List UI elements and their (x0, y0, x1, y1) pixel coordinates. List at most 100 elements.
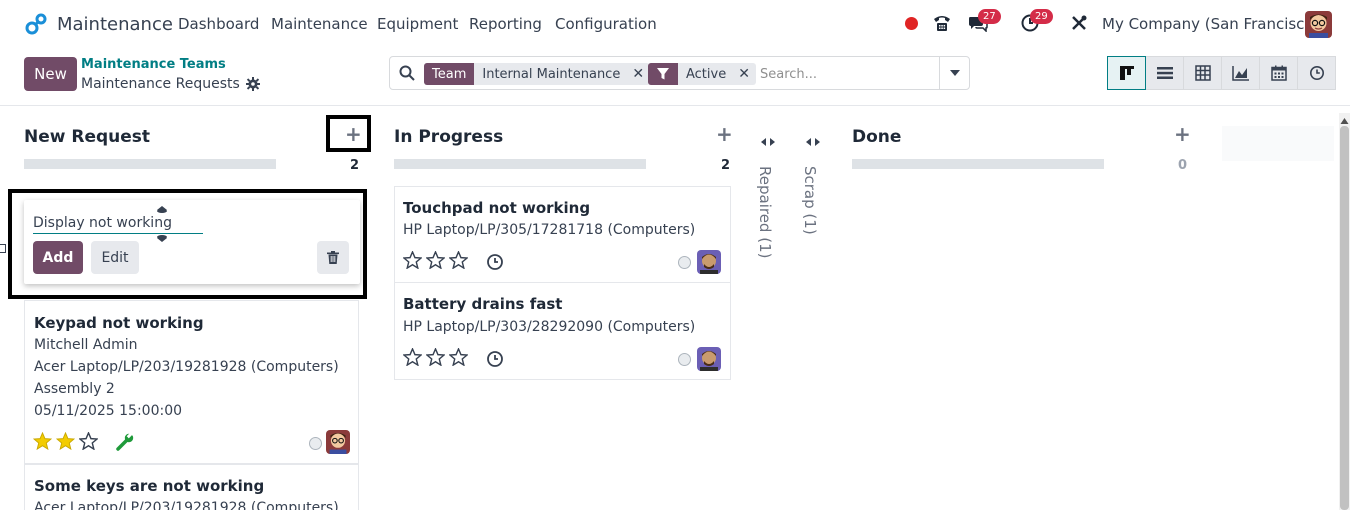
menu-dashboard[interactable]: Dashboard (178, 15, 259, 33)
add-button[interactable]: Add (33, 241, 83, 274)
calendar-icon (1270, 65, 1287, 81)
menu-equipment[interactable]: Equipment (377, 15, 458, 33)
menu-maintenance[interactable]: Maintenance (271, 15, 368, 33)
user-avatar[interactable] (1305, 11, 1332, 38)
star-empty-icon[interactable] (426, 251, 445, 269)
wrench-icon[interactable] (115, 432, 135, 455)
menu-configuration[interactable]: Configuration (555, 15, 657, 33)
drag-handle-icon[interactable] (157, 202, 167, 213)
resize-handle[interactable] (0, 244, 6, 253)
phone-icon[interactable] (931, 12, 953, 34)
status-dot[interactable] (678, 353, 691, 366)
star-empty-icon[interactable] (449, 251, 468, 269)
card-title: Touchpad not working (403, 199, 591, 217)
unfold-arrows-icon[interactable] (806, 135, 820, 151)
tools-icon[interactable] (1068, 12, 1090, 34)
trash-icon[interactable] (317, 241, 349, 274)
search-icon[interactable] (399, 65, 415, 85)
column-title-in-progress: In Progress (394, 127, 504, 147)
kanban-icon (1119, 66, 1134, 80)
card-location: Assembly 2 (34, 381, 115, 397)
view-list-button[interactable] (1145, 56, 1184, 90)
app-title[interactable]: Maintenance (57, 14, 173, 35)
column-add-icon-in-progress[interactable]: + (716, 122, 733, 146)
view-calendar-button[interactable] (1259, 56, 1298, 90)
search-options-toggle[interactable] (939, 57, 969, 89)
chat-icon[interactable]: 27 (967, 9, 1001, 34)
column-add-icon-new-request[interactable]: + (345, 122, 362, 146)
gear-icon[interactable] (245, 77, 260, 91)
recording-dot-icon[interactable] (900, 12, 922, 34)
facet-team-label: Team (424, 63, 475, 85)
card-title: Some keys are not working (34, 477, 265, 495)
card-user: Mitchell Admin (34, 337, 138, 353)
card-equipment: HP Laptop/LP/303/28292090 (Computers) (403, 319, 696, 335)
view-pivot-button[interactable] (1183, 56, 1222, 90)
column-title-new-request: New Request (24, 127, 151, 147)
caret-down-icon (949, 70, 960, 76)
breadcrumb-maintenance-teams[interactable]: Maintenance Teams (81, 57, 226, 72)
quick-create-input[interactable] (33, 212, 203, 234)
page-title: Maintenance Requests (81, 76, 240, 92)
search-input[interactable] (760, 64, 935, 84)
activity-icon (1309, 66, 1324, 80)
view-graph-button[interactable] (1221, 56, 1260, 90)
quick-create-card: Add Edit (24, 200, 360, 284)
star-filled-icon[interactable] (56, 432, 75, 450)
activity-clock-icon[interactable] (486, 350, 504, 372)
progress-bar-in-progress (394, 159, 646, 169)
status-dot[interactable] (309, 437, 322, 450)
filter-icon (648, 63, 678, 85)
drag-handle-icon[interactable] (157, 230, 167, 242)
progress-bar-new-request (24, 159, 276, 169)
app-logo-icon[interactable] (24, 13, 48, 35)
star-filled-icon[interactable] (33, 432, 52, 450)
star-empty-icon[interactable] (403, 251, 422, 269)
column-add-icon-done[interactable]: + (1174, 122, 1191, 146)
new-button[interactable]: New (24, 57, 77, 91)
view-kanban-button[interactable] (1107, 56, 1146, 90)
card-equipment: Acer Laptop/LP/203/19281928 (Computers) (34, 359, 339, 375)
add-column-placeholder[interactable] (1222, 126, 1334, 161)
column-count-new-request: 2 (350, 158, 360, 173)
column-count-in-progress: 2 (721, 158, 731, 173)
kanban-card[interactable]: Some keys are not working Acer Laptop/LP… (24, 464, 359, 510)
folded-column-scrap[interactable]: Scrap (1) (801, 166, 819, 235)
scrollbar-thumb[interactable] (1340, 126, 1349, 510)
star-empty-icon[interactable] (79, 432, 98, 450)
kanban-card[interactable]: Keypad not working Mitchell Admin Acer L… (24, 300, 359, 464)
priority-stars[interactable] (403, 348, 468, 366)
pivot-icon (1194, 65, 1211, 81)
card-title: Battery drains fast (403, 295, 563, 313)
folded-column-repaired[interactable]: Repaired (1) (756, 166, 774, 258)
menu-reporting[interactable]: Reporting (469, 15, 542, 33)
chat-count-badge: 27 (978, 9, 1001, 24)
activity-clock-icon[interactable] (486, 253, 504, 275)
graph-icon (1231, 66, 1249, 81)
facet-filter-remove-icon[interactable]: ✕ (732, 63, 756, 85)
priority-stars[interactable] (403, 251, 468, 269)
kanban-card[interactable]: Touchpad not working HP Laptop/LP/305/17… (394, 186, 731, 283)
company-switcher[interactable]: My Company (San Francisco) (1102, 15, 1319, 33)
activity-count-badge: 29 (1030, 9, 1053, 24)
facet-team: Team Internal Maintenance ✕ (424, 63, 651, 85)
progress-bar-done (852, 159, 1104, 169)
kanban-card[interactable]: Battery drains fast HP Laptop/LP/303/282… (394, 282, 731, 380)
activity-clock-icon[interactable]: 29 (1019, 9, 1053, 34)
card-date: 05/11/2025 15:00:00 (34, 403, 183, 419)
star-empty-icon[interactable] (449, 348, 468, 366)
facet-team-remove-icon[interactable]: ✕ (626, 63, 650, 85)
priority-stars[interactable] (33, 432, 98, 450)
column-count-done: 0 (1178, 158, 1188, 173)
view-activity-button[interactable] (1297, 56, 1336, 90)
assignee-avatar (697, 250, 721, 274)
star-empty-icon[interactable] (426, 348, 445, 366)
status-dot[interactable] (678, 256, 691, 269)
assignee-avatar (326, 430, 350, 454)
edit-button[interactable]: Edit (91, 241, 139, 274)
facet-filter: Active ✕ (648, 63, 756, 85)
unfold-arrows-icon[interactable] (761, 135, 775, 151)
facet-team-value: Internal Maintenance (482, 66, 621, 82)
star-empty-icon[interactable] (403, 348, 422, 366)
facet-filter-value: Active (686, 66, 727, 82)
